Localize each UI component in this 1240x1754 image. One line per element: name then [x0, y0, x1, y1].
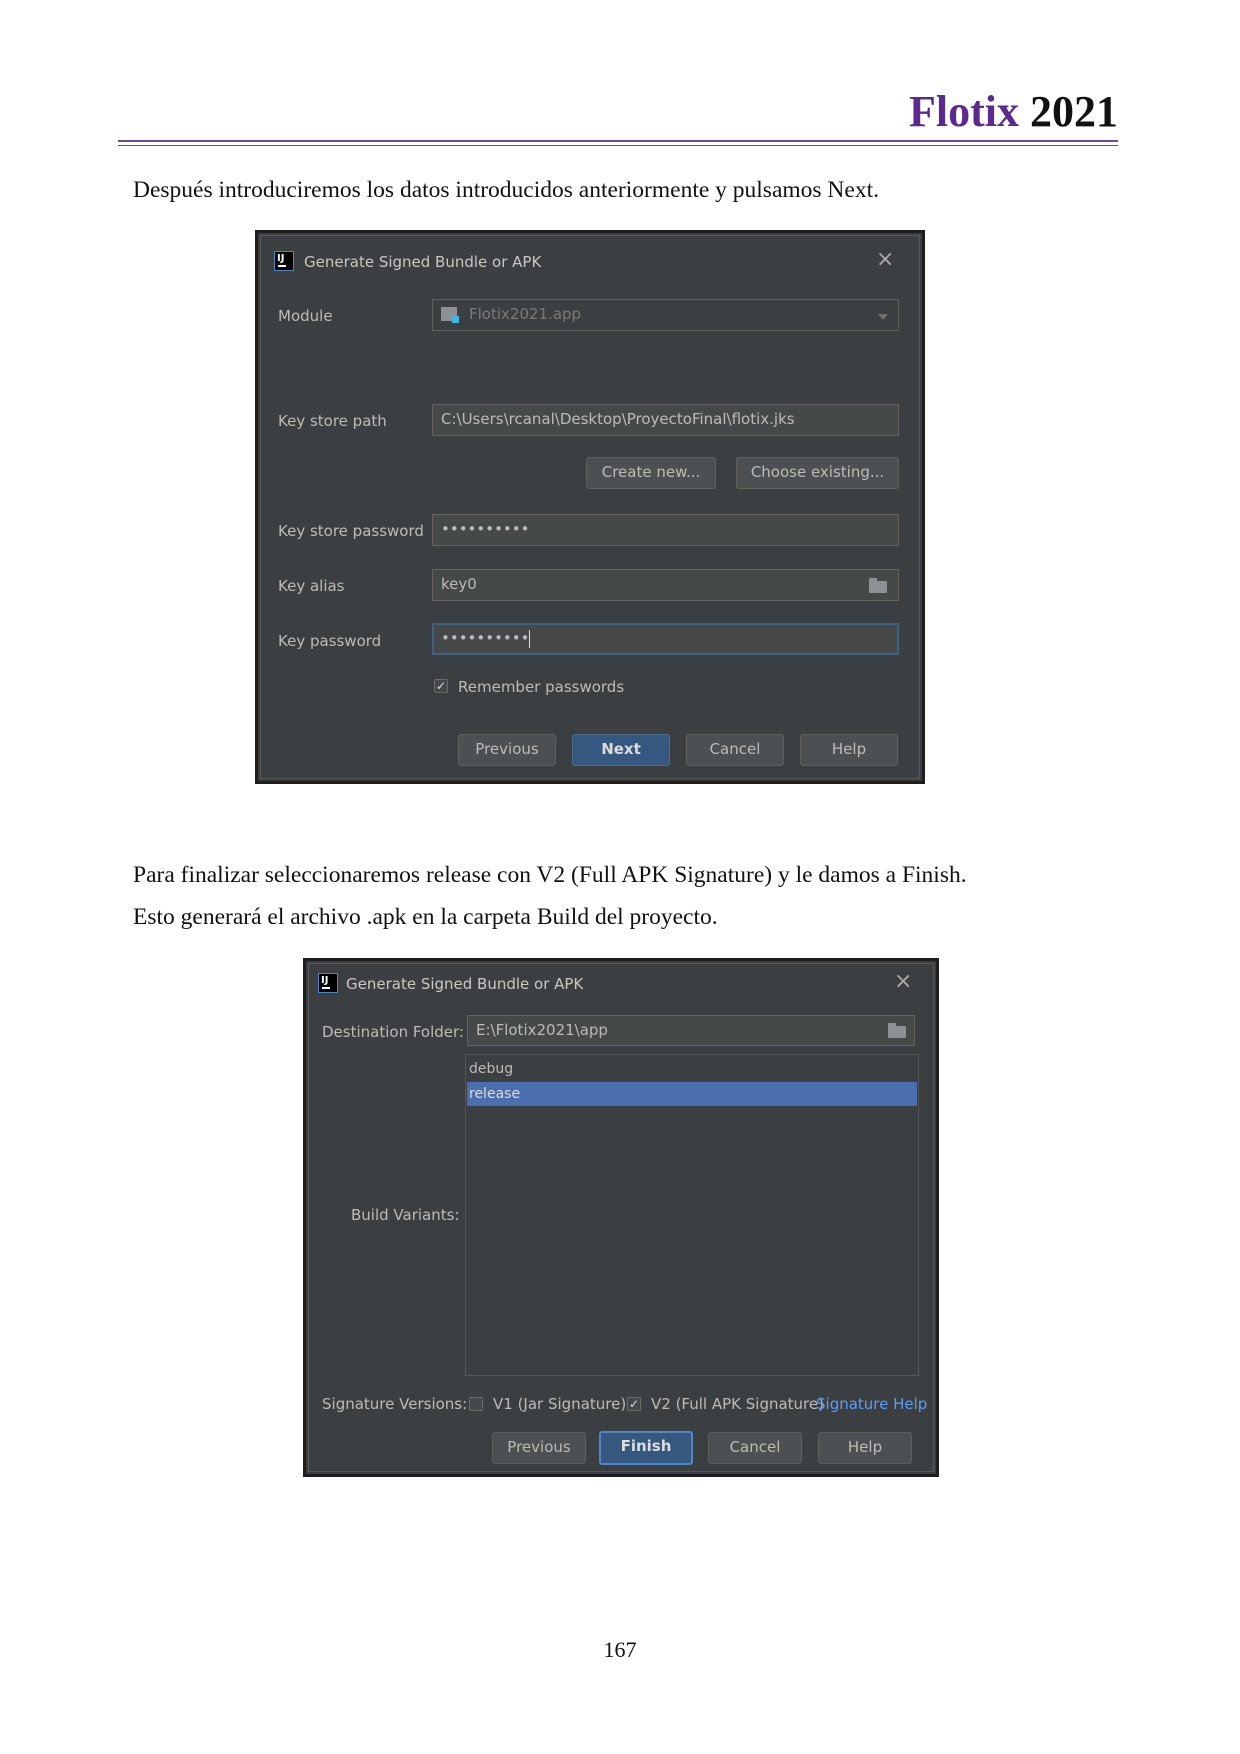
folder-icon[interactable] — [869, 578, 887, 593]
cancel-button[interactable]: Cancel — [686, 734, 784, 766]
paragraph-intro: Después introduciremos los datos introdu… — [133, 177, 879, 203]
v1-signature-checkbox[interactable] — [469, 1397, 483, 1411]
intellij-icon: IJ — [274, 251, 294, 271]
previous-button[interactable]: Previous — [458, 734, 556, 766]
help-button[interactable]: Help — [800, 734, 898, 766]
module-value: Flotix2021.app — [469, 305, 582, 323]
signed-apk-dialog-keystore: IJ Generate Signed Bundle or APK × Modul… — [255, 230, 925, 784]
remember-passwords-checkbox[interactable]: ✓ — [434, 679, 448, 693]
build-variants-label: Build Variants: — [351, 1206, 460, 1224]
list-item-debug[interactable]: debug — [467, 1057, 917, 1081]
keystore-password-input[interactable]: •••••••••• — [432, 514, 899, 546]
paragraph-finish: Para finalizar seleccionaremos release c… — [133, 862, 967, 888]
signed-apk-dialog-destination: IJ Generate Signed Bundle or APK × Desti… — [303, 958, 939, 1477]
help-button[interactable]: Help — [818, 1432, 912, 1464]
previous-button[interactable]: Previous — [492, 1432, 586, 1464]
key-password-value: •••••••••• — [441, 629, 530, 647]
close-icon[interactable]: × — [894, 971, 912, 993]
intellij-icon: IJ — [318, 973, 338, 993]
page-number: 167 — [603, 1637, 637, 1662]
key-alias-label: Key alias — [278, 577, 345, 595]
text-cursor — [529, 629, 531, 648]
module-label: Module — [278, 307, 333, 325]
v2-signature-checkbox[interactable]: ✓ — [627, 1397, 641, 1411]
dialog-title: Generate Signed Bundle or APK — [346, 975, 584, 993]
destination-folder-label: Destination Folder: — [322, 1023, 464, 1041]
header-rule — [118, 140, 1118, 142]
header-brand: Flotix — [909, 87, 1019, 136]
close-icon[interactable]: × — [876, 249, 894, 271]
header-rule-thin — [118, 145, 1118, 146]
folder-icon[interactable] — [888, 1023, 906, 1038]
cancel-button[interactable]: Cancel — [708, 1432, 802, 1464]
build-variants-list[interactable]: debug release — [465, 1054, 919, 1376]
finish-button[interactable]: Finish — [599, 1431, 693, 1465]
next-button[interactable]: Next — [572, 734, 670, 766]
signature-versions-label: Signature Versions: — [322, 1395, 468, 1413]
keystore-password-label: Key store password — [278, 522, 424, 540]
key-alias-input[interactable]: key0 — [432, 569, 899, 601]
key-password-label: Key password — [278, 632, 382, 650]
paragraph-output: Esto generará el archivo .apk en la carp… — [133, 904, 718, 930]
destination-folder-input[interactable]: E:\Flotix2021\app — [467, 1015, 915, 1046]
list-item-release[interactable]: release — [467, 1082, 917, 1106]
create-new-button[interactable]: Create new... — [586, 457, 716, 489]
key-password-input[interactable]: •••••••••• — [432, 623, 899, 655]
signature-help-link[interactable]: Signature Help — [816, 1395, 927, 1413]
chevron-down-icon — [878, 314, 888, 320]
remember-passwords-label: Remember passwords — [458, 678, 625, 696]
dialog-title: Generate Signed Bundle or APK — [304, 253, 542, 271]
v1-signature-label: V1 (Jar Signature) — [493, 1395, 627, 1413]
module-icon — [441, 307, 459, 323]
choose-existing-button[interactable]: Choose existing... — [736, 457, 899, 489]
keystore-path-label: Key store path — [278, 412, 387, 430]
keystore-path-input[interactable]: C:\Users\rcanal\Desktop\ProyectoFinal\fl… — [432, 404, 899, 436]
document-header: Flotix 2021 — [909, 86, 1118, 137]
module-select[interactable]: Flotix2021.app — [432, 299, 899, 331]
v2-signature-label: V2 (Full APK Signature) — [651, 1395, 824, 1413]
header-year: 2021 — [1030, 87, 1118, 136]
